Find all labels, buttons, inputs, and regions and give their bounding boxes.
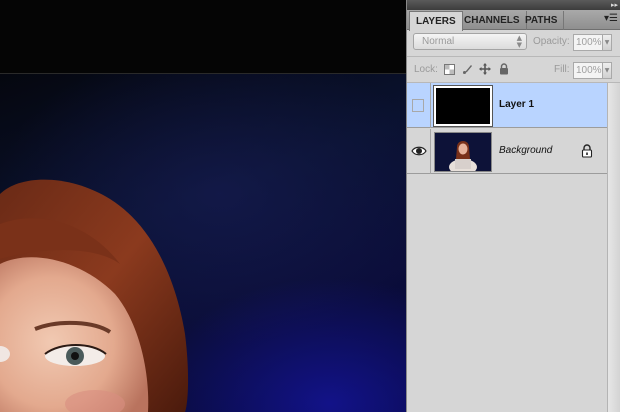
select-arrows-icon: ▲ ▼ — [516, 34, 522, 49]
scrollbar[interactable] — [607, 83, 620, 412]
fill-field[interactable]: 100% — [573, 62, 603, 79]
fill-label: Fill: — [554, 64, 570, 75]
lock-icon — [581, 144, 593, 158]
lock-transparent-pixels-icon[interactable] — [443, 63, 455, 75]
lock-icon[interactable] — [498, 63, 510, 75]
brush-icon[interactable] — [461, 63, 473, 75]
fill-dropdown-arrow-icon[interactable]: ▼ — [603, 62, 612, 79]
document-canvas[interactable] — [0, 0, 406, 412]
layer-row-background[interactable]: Background — [407, 129, 607, 174]
layer-row-layer-1[interactable]: Layer 1 — [407, 83, 607, 128]
divider — [407, 56, 620, 57]
lock-label: Lock: — [414, 64, 438, 75]
tab-channels[interactable]: CHANNELS — [458, 11, 527, 30]
eye-icon[interactable] — [411, 143, 427, 159]
visibility-toggle[interactable] — [412, 99, 424, 112]
layer-name[interactable]: Layer 1 — [499, 99, 534, 110]
visibility-column — [407, 129, 431, 174]
tab-layers[interactable]: LAYERS — [409, 11, 463, 31]
layer-name[interactable]: Background — [499, 145, 552, 156]
opacity-dropdown-arrow-icon[interactable]: ▼ — [603, 34, 612, 51]
layer-thumbnail[interactable] — [434, 86, 492, 126]
double-arrow-right-icon[interactable]: ▸▸ — [608, 0, 618, 10]
panel-title-bar[interactable]: ▸▸ — [407, 0, 620, 10]
tab-paths[interactable]: PATHS — [519, 11, 565, 30]
move-icon[interactable] — [479, 63, 491, 75]
panel-tab-bar: LAYERS CHANNELS PATHS — [407, 10, 620, 31]
blend-mode-value: Normal — [422, 36, 455, 47]
panel-menu-icon[interactable]: ▾☰ — [604, 13, 618, 25]
opacity-label: Opacity: — [533, 36, 570, 47]
blend-mode-select[interactable]: Normal ▲ ▼ — [413, 33, 527, 50]
layer-thumbnail[interactable] — [434, 132, 492, 172]
visibility-column — [407, 83, 431, 128]
photo-image — [0, 74, 406, 412]
opacity-field[interactable]: 100% — [573, 34, 603, 51]
layers-panel: ▸▸ LAYERS CHANNELS PATHS ▾☰ Normal ▲ ▼ Op… — [406, 0, 620, 412]
